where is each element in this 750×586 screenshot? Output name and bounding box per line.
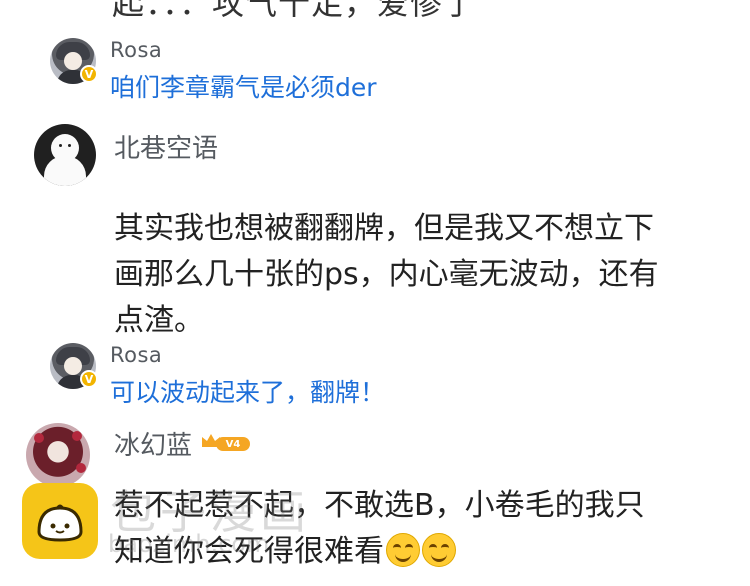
comment-line: 画那么几十张的ps，内心毫无波动，还有	[114, 257, 659, 292]
verified-badge-icon: V	[80, 65, 98, 83]
cut-off-comment-text: 起：：：攻气十足，爱惨了	[112, 0, 477, 22]
smile-emoji-icon	[386, 533, 420, 567]
watermark-logo-icon	[22, 483, 98, 559]
avatar[interactable]	[26, 423, 90, 487]
vip-level-label: V4	[216, 437, 250, 451]
reply-item[interactable]: V Rosa 可以波动起来了，翻牌！	[50, 343, 730, 413]
smile-emoji-icon	[422, 533, 456, 567]
comment-item: 北巷空语 其实我也想被翻翻牌，但是我又不想立下 画那么几十张的ps，内心毫无波动…	[34, 124, 724, 338]
reply-username[interactable]: Rosa	[110, 343, 162, 367]
vip-level-badge: V4	[200, 431, 252, 453]
comment-username[interactable]: 北巷空语	[114, 128, 218, 165]
reply-text: 咱们李章霸气是必须der	[110, 73, 377, 102]
comment-text: 其实我也想被翻翻牌，但是我又不想立下 画那么几十张的ps，内心毫无波动，还有 点…	[114, 206, 724, 344]
comment-line: 其实我也想被翻翻牌，但是我又不想立下	[114, 211, 654, 246]
verified-badge-icon: V	[80, 370, 98, 388]
watermark-url: baozimh.com	[108, 530, 270, 558]
reply-item[interactable]: V Rosa 咱们李章霸气是必须der	[50, 38, 730, 108]
comment-thread: 起：：：攻气十足，爱惨了 V Rosa 咱们李章霸气是必须der 北巷空语 其实…	[0, 0, 750, 586]
reply-text: 可以波动起来了，翻牌！	[110, 378, 386, 407]
reply-username[interactable]: Rosa	[110, 38, 162, 62]
comment-username[interactable]: 冰幻蓝	[114, 425, 192, 462]
avatar[interactable]	[34, 124, 96, 186]
comment-line: 点渣。	[114, 303, 204, 338]
